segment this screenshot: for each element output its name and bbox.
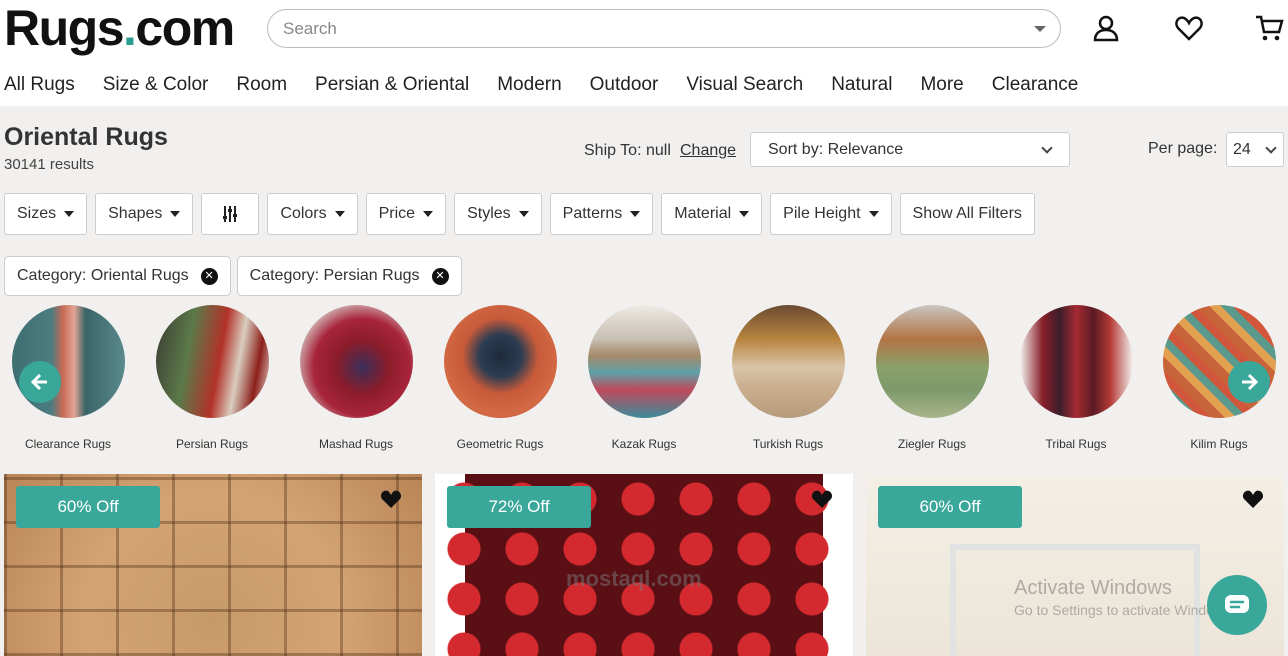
category-image [11,305,125,418]
nav-visual-search[interactable]: Visual Search [686,72,803,100]
nav-clearance[interactable]: Clearance [992,72,1079,100]
category-image [155,305,269,418]
nav-modern[interactable]: Modern [497,72,561,100]
carousel-next-button[interactable] [1228,361,1270,403]
nav-room[interactable]: Room [236,72,287,100]
product-card[interactable]: 72% Off [435,474,853,656]
category-kilim-rugs[interactable]: Kilim Rugs [1147,305,1288,451]
heart-icon[interactable] [380,488,402,510]
nav-size-color[interactable]: Size & Color [103,72,209,100]
discount-badge: 60% Off [16,486,160,528]
category-image [731,305,845,418]
category-image [443,305,557,418]
change-ship-to-link[interactable]: Change [680,142,736,160]
arrow-left-icon [30,373,47,391]
category-image [1162,305,1276,418]
filter-bar: Sizes Shapes Colors Price Styles Pattern… [4,193,1035,235]
per-page-select[interactable]: 24 [1226,132,1284,167]
nav-outdoor[interactable]: Outdoor [590,72,659,100]
discount-badge: 72% Off [447,486,591,528]
search-input[interactable] [283,19,1003,39]
cart-icon[interactable] [1254,13,1284,43]
nav-persian-oriental[interactable]: Persian & Oriental [315,72,469,100]
page-title: Oriental Rugs [4,123,168,151]
sort-value: Sort by: Relevance [768,141,904,158]
carousel-prev-button[interactable] [19,361,61,403]
category-image [1019,305,1133,418]
main-nav: All Rugs Size & Color Room Persian & Ori… [4,72,1078,100]
mostaql-watermark: mostaql.com [566,566,702,591]
rugs-logo[interactable]: Rugs.com [4,0,235,56]
category-persian-rugs[interactable]: Persian Rugs [140,305,284,451]
filter-shapes[interactable]: Shapes [95,193,194,235]
activate-windows-watermark: Activate Windows Go to Settings to activ… [1014,577,1235,618]
filter-styles[interactable]: Styles [454,193,542,235]
chevron-down-icon [1265,142,1277,154]
per-page-value: 24 [1233,141,1251,158]
chevron-down-icon [1041,142,1053,154]
product-card[interactable]: 60% Off [4,474,422,656]
category-turkish-rugs[interactable]: Turkish Rugs [716,305,860,451]
filter-patterns[interactable]: Patterns [549,193,654,235]
user-icon[interactable] [1091,13,1121,43]
search-bar[interactable] [267,9,1061,48]
wishlist-heart-icon[interactable] [1174,13,1204,43]
category-tribal-rugs[interactable]: Tribal Rugs [1004,305,1148,451]
filter-settings-button[interactable] [201,193,260,235]
category-mashad-rugs[interactable]: Mashad Rugs [284,305,428,451]
category-image [587,305,701,418]
show-all-filters-button[interactable]: Show All Filters [899,193,1035,235]
filter-material[interactable]: Material [661,193,763,235]
filter-colors[interactable]: Colors [267,193,358,235]
filter-sizes[interactable]: Sizes [4,193,88,235]
discount-badge: 60% Off [878,486,1022,528]
sliders-icon [223,206,238,222]
category-image [875,305,989,418]
nav-all-rugs[interactable]: All Rugs [4,72,75,100]
chip-oriental-rugs[interactable]: Category: Oriental Rugs ✕ [4,256,231,296]
arrow-right-icon [1242,373,1259,391]
nav-natural[interactable]: Natural [831,72,892,100]
sort-select[interactable]: Sort by: Relevance [750,132,1070,167]
chat-icon [1225,595,1249,613]
category-clearance-rugs[interactable]: Clearance Rugs [0,305,140,451]
active-filter-chips: Category: Oriental Rugs ✕ Category: Persi… [4,256,462,296]
filter-pile-height[interactable]: Pile Height [770,193,892,235]
category-geometric-rugs[interactable]: Geometric Rugs [428,305,572,451]
category-image [299,305,413,418]
remove-chip-icon[interactable]: ✕ [200,267,218,285]
heart-icon[interactable] [811,488,833,510]
chip-persian-rugs[interactable]: Category: Persian Rugs ✕ [236,256,462,296]
category-ziegler-rugs[interactable]: Ziegler Rugs [860,305,1004,451]
heart-icon[interactable] [1242,488,1264,510]
per-page-label: Per page: [1148,140,1218,157]
nav-more[interactable]: More [920,72,963,100]
ship-to-label: Ship To: null [584,142,671,159]
category-kazak-rugs[interactable]: Kazak Rugs [572,305,716,451]
filter-price[interactable]: Price [365,193,447,235]
search-dropdown-icon[interactable] [1034,26,1046,32]
chat-button[interactable] [1207,575,1267,635]
remove-chip-icon[interactable]: ✕ [431,267,449,285]
results-count: 30141 results [4,156,95,173]
site-header: Rugs.com All Rugs Size & Color Room Pers… [0,0,1288,106]
